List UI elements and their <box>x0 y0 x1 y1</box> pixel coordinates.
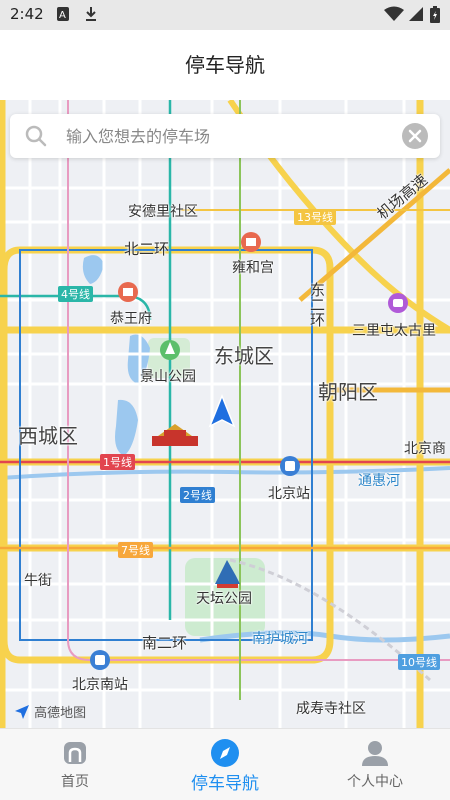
map-label-andeli: 安德里社区 <box>128 204 198 220</box>
svg-text:A: A <box>59 10 66 21</box>
map-label-tonghuihe: 通惠河 <box>358 473 400 489</box>
map-label-nanerhuan: 南二环 <box>142 634 188 652</box>
map-label-nanhuchenghe: 南护城河 <box>252 631 308 647</box>
clear-search-button[interactable] <box>402 123 428 149</box>
signal-icon <box>409 7 423 21</box>
subway-tag-line7: 7号线 <box>118 542 153 558</box>
map-label-jingshan: 景山公园 <box>140 369 196 385</box>
battery-icon <box>430 6 440 23</box>
map-label-dongcheng: 东城区 <box>214 344 274 368</box>
map-label-dongerhuan: 东二环 <box>308 282 326 327</box>
map-label-chengshousi: 成寿寺社区 <box>296 701 366 717</box>
map-base <box>0 100 450 728</box>
map-label-xicheng: 西城区 <box>18 424 78 448</box>
poi-beijingzhan-marker[interactable] <box>280 456 300 476</box>
map-label-beijingshang: 北京商 <box>404 441 446 457</box>
poi-jingshan-marker[interactable] <box>160 340 180 360</box>
map-attribution: 高德地图 <box>14 702 86 721</box>
search-input[interactable] <box>66 120 386 152</box>
tab-profile-label: 个人中心 <box>347 774 403 790</box>
status-time: 2:42 <box>10 5 44 23</box>
subway-tag-line10: 10号线 <box>398 654 440 670</box>
poi-yonghegong-marker[interactable] <box>241 232 261 252</box>
keyboard-icon: A <box>57 7 69 21</box>
page-title: 停车导航 <box>185 53 265 77</box>
search-icon <box>25 125 47 147</box>
map-label-sanlitun: 三里屯太古里 <box>352 323 436 339</box>
subway-tag-line1: 1号线 <box>100 454 135 470</box>
map-label-tiantan: 天坛公园 <box>196 591 252 607</box>
poi-sanlitun-marker[interactable] <box>388 293 408 313</box>
map-label-beijingnan: 北京南站 <box>72 677 128 693</box>
home-icon <box>64 742 86 764</box>
map-label-yonghegong: 雍和宫 <box>232 260 274 276</box>
subway-tag-line2: 2号线 <box>180 487 215 503</box>
tab-parking-navigation-label: 停车导航 <box>191 774 259 794</box>
map-label-chaoyang: 朝阳区 <box>318 380 378 404</box>
download-icon <box>86 7 96 21</box>
map-attribution-text: 高德地图 <box>34 706 87 721</box>
map-label-niujie: 牛街 <box>24 573 52 589</box>
close-icon <box>408 129 422 143</box>
bottom-tab-bar: 首页 停车导航 个人中心 <box>0 728 450 800</box>
subway-tag-line13: 13号线 <box>294 209 336 225</box>
map-label-beierhuan: 北二环 <box>124 240 170 258</box>
search-bar[interactable] <box>10 114 440 158</box>
poi-gongwangfu-marker[interactable] <box>118 282 138 302</box>
user-icon <box>362 741 388 766</box>
tab-parking-navigation[interactable]: 停车导航 <box>150 729 300 800</box>
app-header: 停车导航 <box>0 30 450 100</box>
compass-icon <box>211 739 239 767</box>
poi-beijingnan-marker[interactable] <box>90 650 110 670</box>
map-label-beijingzhan: 北京站 <box>268 486 310 502</box>
wifi-icon <box>384 6 404 21</box>
tab-home-label: 首页 <box>61 774 89 790</box>
amap-logo-icon <box>15 705 29 719</box>
map-label-gongwangfu: 恭王府 <box>110 311 152 327</box>
tab-home[interactable]: 首页 <box>0 729 150 800</box>
status-bar: 2:42 A <box>0 0 450 30</box>
tab-profile[interactable]: 个人中心 <box>300 729 450 800</box>
subway-tag-line4: 4号线 <box>58 286 93 302</box>
map-view[interactable]: 安德里社区 北二环 雍和宫 恭王府 东城区 景山公园 西城区 朝阳区 东二环 三… <box>0 100 450 728</box>
